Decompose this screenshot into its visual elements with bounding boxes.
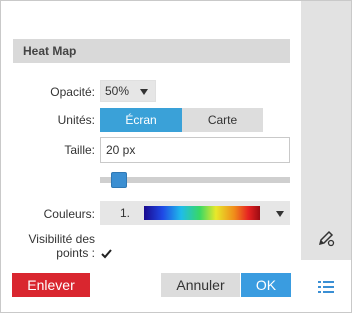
size-slider-track[interactable] (100, 177, 290, 183)
chevron-down-icon (276, 211, 284, 217)
opacity-select[interactable]: 50% (100, 80, 156, 102)
remove-button[interactable]: Enlever (12, 273, 90, 297)
size-slider-thumb[interactable] (111, 172, 127, 188)
side-toolbar (301, 1, 351, 260)
ok-button[interactable]: OK (241, 273, 291, 297)
size-input[interactable]: 20 px (100, 137, 290, 163)
color-gradient-swatch (144, 206, 260, 220)
unit-map-button[interactable]: Carte (182, 108, 263, 132)
colors-select[interactable]: 1. (100, 201, 290, 225)
heatmap-settings-panel: Heat Map Opacité: 50% Unités: Écran Cart… (0, 0, 352, 313)
checkmark-icon (101, 249, 112, 259)
units-toggle: Écran Carte (100, 108, 263, 132)
size-label: Taille: (64, 143, 95, 157)
opacity-label: Opacité: (50, 85, 95, 99)
colors-index: 1. (120, 206, 131, 220)
points-visibility-label-line1: Visibilité des (28, 232, 95, 246)
edit-pencil-icon[interactable] (317, 229, 335, 247)
section-title: Heat Map (13, 39, 290, 63)
points-visibility-checkbox[interactable] (100, 247, 113, 260)
list-icon[interactable] (317, 279, 335, 295)
cancel-button[interactable]: Annuler (161, 273, 240, 297)
units-label: Unités: (57, 113, 95, 127)
points-visibility-label-line2: points : (56, 246, 95, 260)
colors-label: Couleurs: (43, 207, 95, 221)
chevron-down-icon (140, 89, 148, 95)
opacity-value: 50% (105, 84, 130, 98)
unit-screen-button[interactable]: Écran (100, 108, 182, 132)
